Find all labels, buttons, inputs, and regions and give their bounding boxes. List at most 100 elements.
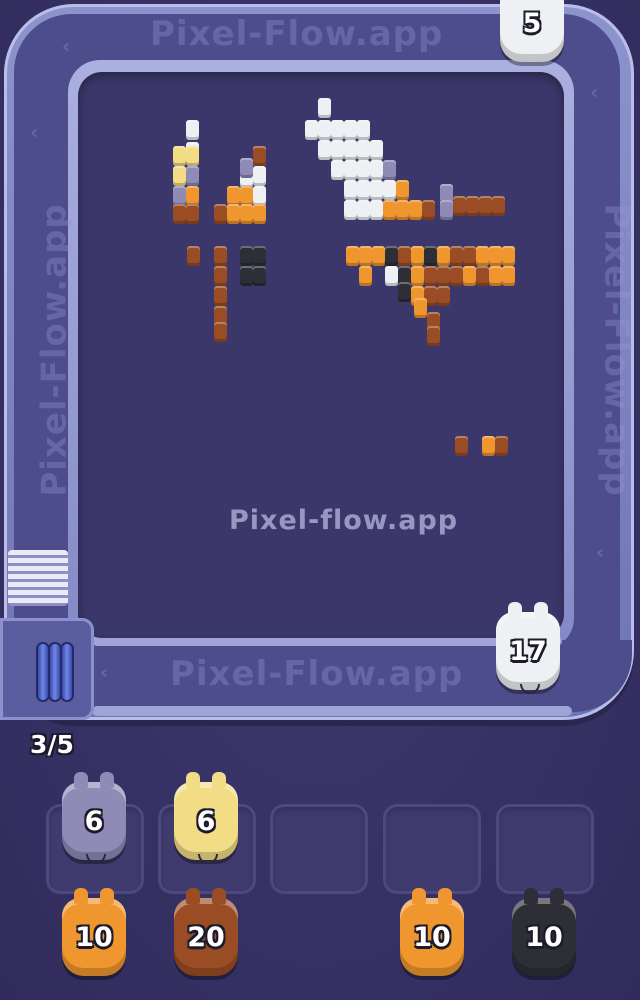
pig-count: 17 — [509, 635, 547, 667]
pixel-block — [331, 160, 344, 180]
queue-pig[interactable]: 20 — [174, 888, 238, 976]
pig-count: 20 — [187, 921, 225, 953]
pixel-block — [214, 266, 227, 286]
pig-count: 10 — [413, 921, 451, 953]
pixel-block — [411, 266, 424, 286]
pixel-block — [357, 120, 370, 140]
pixel-block — [463, 246, 476, 266]
pixel-block — [318, 120, 331, 140]
pixel-block — [214, 322, 227, 342]
pixel-block — [227, 186, 240, 206]
pixel-block — [463, 266, 476, 286]
pixel-block — [476, 266, 489, 286]
pixel-block — [344, 140, 357, 160]
pig-count: 6 — [84, 805, 104, 837]
pixel-block — [186, 204, 199, 224]
chevron-icon: ‹ — [590, 80, 599, 104]
watermark-right: Pixel-Flow.app — [596, 203, 637, 497]
pixel-block — [396, 180, 409, 200]
pixel-block — [450, 246, 463, 266]
pixel-block — [414, 298, 427, 318]
pixel-block — [214, 286, 227, 306]
pixel-block — [455, 436, 468, 456]
pixel-block — [357, 140, 370, 160]
pixel-block — [173, 204, 186, 224]
pixel-block — [427, 326, 440, 346]
pixel-block — [489, 266, 502, 286]
holding-slot[interactable] — [383, 804, 481, 894]
pixel-block — [398, 282, 411, 302]
pixel-block — [479, 196, 492, 216]
pig-count: 6 — [196, 805, 216, 837]
pixel-block — [240, 204, 253, 224]
pixel-block — [359, 266, 372, 286]
disc-icon — [38, 644, 48, 700]
pixel-block — [186, 186, 199, 206]
pixel-block — [409, 200, 422, 220]
queue-pig[interactable]: 10 — [512, 888, 576, 976]
holding-slot[interactable] — [270, 804, 368, 894]
pixel-block — [370, 180, 383, 200]
pixel-block — [489, 246, 502, 266]
pixel-block — [424, 266, 437, 286]
pixel-block — [383, 180, 396, 200]
pixel-block — [186, 166, 199, 186]
pixel-block — [253, 246, 266, 266]
pixel-block — [344, 200, 357, 220]
pixel-block — [385, 266, 398, 286]
pixel-block — [437, 266, 450, 286]
pixel-block — [437, 246, 450, 266]
pixel-block — [476, 246, 489, 266]
pixel-block — [453, 196, 466, 216]
pig-count: 10 — [75, 921, 113, 953]
pixel-block — [385, 246, 398, 266]
queue-pig[interactable]: 10 — [62, 888, 126, 976]
pixel-block — [331, 120, 344, 140]
pig-entry-gate — [8, 550, 68, 606]
pixel-block — [372, 246, 385, 266]
slot-pig[interactable]: 6 — [174, 772, 238, 864]
pixel-block — [186, 146, 199, 166]
pixel-block — [357, 180, 370, 200]
pixel-block — [370, 160, 383, 180]
pixel-block — [240, 158, 253, 178]
pixel-block — [359, 246, 372, 266]
pixel-block — [482, 436, 495, 456]
pixel-block — [440, 200, 453, 220]
pixel-block — [253, 146, 266, 166]
pixel-block — [305, 120, 318, 140]
pixel-block — [344, 160, 357, 180]
pixel-block — [466, 196, 479, 216]
pixel-block — [383, 200, 396, 220]
pixel-block — [344, 180, 357, 200]
pixel-block — [396, 200, 409, 220]
pixel-block — [331, 140, 344, 160]
pixel-block — [502, 266, 515, 286]
pixel-block — [173, 146, 186, 166]
pixel-block — [253, 166, 266, 186]
watermark-center: Pixel-flow.app — [229, 505, 459, 536]
pixel-block — [227, 204, 240, 224]
chevron-icon: ‹ — [100, 660, 109, 684]
conveyor-bottom-rim-lower — [92, 706, 572, 716]
pixel-block — [240, 186, 253, 206]
holding-slot[interactable] — [496, 804, 594, 894]
pixel-block — [253, 266, 266, 286]
pixel-block — [495, 436, 508, 456]
pixel-block — [344, 120, 357, 140]
pixel-block — [398, 246, 411, 266]
pixel-block — [214, 204, 227, 224]
watermark-top: Pixel-Flow.app — [150, 14, 444, 54]
chevron-icon: ‹ — [62, 34, 71, 58]
slot-pig[interactable]: 6 — [62, 772, 126, 864]
pixel-block — [357, 160, 370, 180]
pixel-block — [424, 246, 437, 266]
pixel-block — [383, 160, 396, 180]
queue-pig[interactable]: 10 — [400, 888, 464, 976]
pixel-block — [173, 186, 186, 206]
pixel-block — [370, 200, 383, 220]
pixel-block — [492, 196, 505, 216]
pixel-block — [253, 204, 266, 224]
chevron-icon: ‹ — [30, 120, 39, 144]
chevron-icon: ‹ — [596, 540, 605, 564]
